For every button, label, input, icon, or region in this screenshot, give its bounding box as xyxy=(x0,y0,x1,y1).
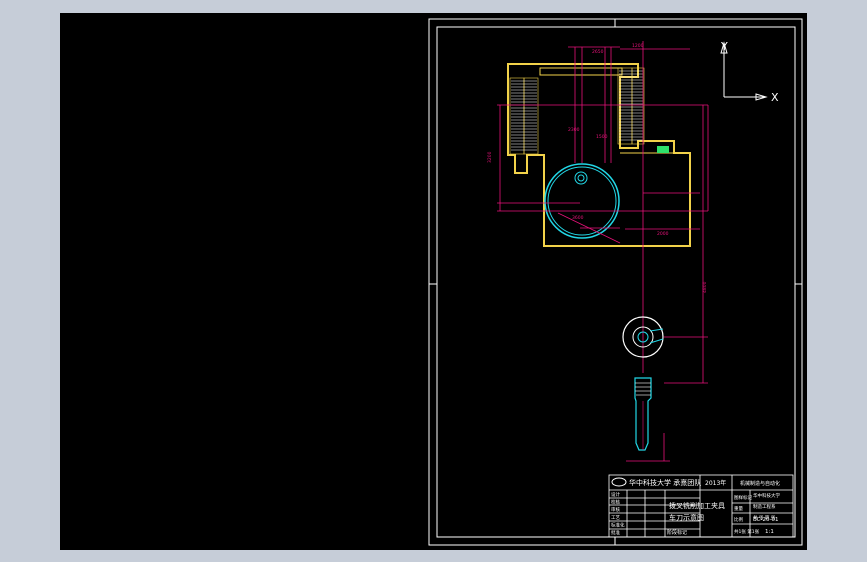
title-right-value: 华中科技大学 xyxy=(753,492,780,499)
dimension-label: 2000 xyxy=(657,231,669,237)
drawing-canvas[interactable]: Y X 32002650120048002300150036002000 华中科… xyxy=(60,13,807,550)
dimension-label: 4800 xyxy=(702,281,708,293)
side-view-keyway xyxy=(649,328,664,332)
part-outline xyxy=(507,63,691,247)
title-row-label: 标准化 xyxy=(611,521,625,528)
ucs-x-label: X xyxy=(771,91,779,104)
title-row-label: 批准 xyxy=(611,529,620,536)
sheet-note: 共1张 第1张 xyxy=(734,528,760,535)
hatch-lines xyxy=(511,70,643,151)
school-logo xyxy=(611,477,627,487)
title-row-label: 校核 xyxy=(611,499,620,506)
drawing-title-2: 车刀示意图 xyxy=(669,513,704,522)
dimension-label: 3200 xyxy=(487,151,493,163)
drawing-date: 2013年 xyxy=(705,479,726,487)
dimension-label: 2300 xyxy=(568,127,580,133)
cad-model-space[interactable]: Y X 3200 2650 1200 4800 2300 1500 3600 2… xyxy=(60,13,807,550)
small-hole xyxy=(574,171,588,185)
left-hatch xyxy=(509,77,539,155)
green-marker xyxy=(657,146,669,153)
inner-frame xyxy=(436,26,796,538)
title-right-label: 重量 xyxy=(734,505,743,512)
stage-footer: 阶段标记 xyxy=(667,529,687,536)
title-row-label: 工艺 xyxy=(611,515,620,521)
title-row-label: 审核 xyxy=(611,506,620,513)
dimension-label: 1500 xyxy=(596,134,608,140)
small-hole-inner xyxy=(577,174,585,182)
title-right-value: 制造工程系 xyxy=(753,503,776,510)
company-line: 机械制造与自动化 xyxy=(740,480,780,487)
ucs-y-label: Y xyxy=(720,40,728,53)
title-right-label: 图样标记 xyxy=(734,494,752,501)
dimension-label: 1200 xyxy=(632,43,644,49)
ucs-icon: Y X xyxy=(720,40,779,104)
school-name: 华中科技大学 承熹团队 xyxy=(629,478,701,487)
cutter-tool xyxy=(634,377,652,451)
outer-frame xyxy=(428,18,803,546)
drawing-number: BC-20-01 xyxy=(753,517,778,523)
dimension-lines xyxy=(497,41,709,462)
dimension-label: 3600 xyxy=(572,215,584,221)
drawing-title-1: 拨叉铣削加工夹具 xyxy=(669,501,725,510)
right-hatch xyxy=(617,67,645,145)
title-right-label: 比例 xyxy=(734,516,743,523)
dimension-label: 2650 xyxy=(592,49,604,55)
drawing-scale: 1:1 xyxy=(765,529,774,535)
title-row-label: 设计 xyxy=(611,491,620,498)
